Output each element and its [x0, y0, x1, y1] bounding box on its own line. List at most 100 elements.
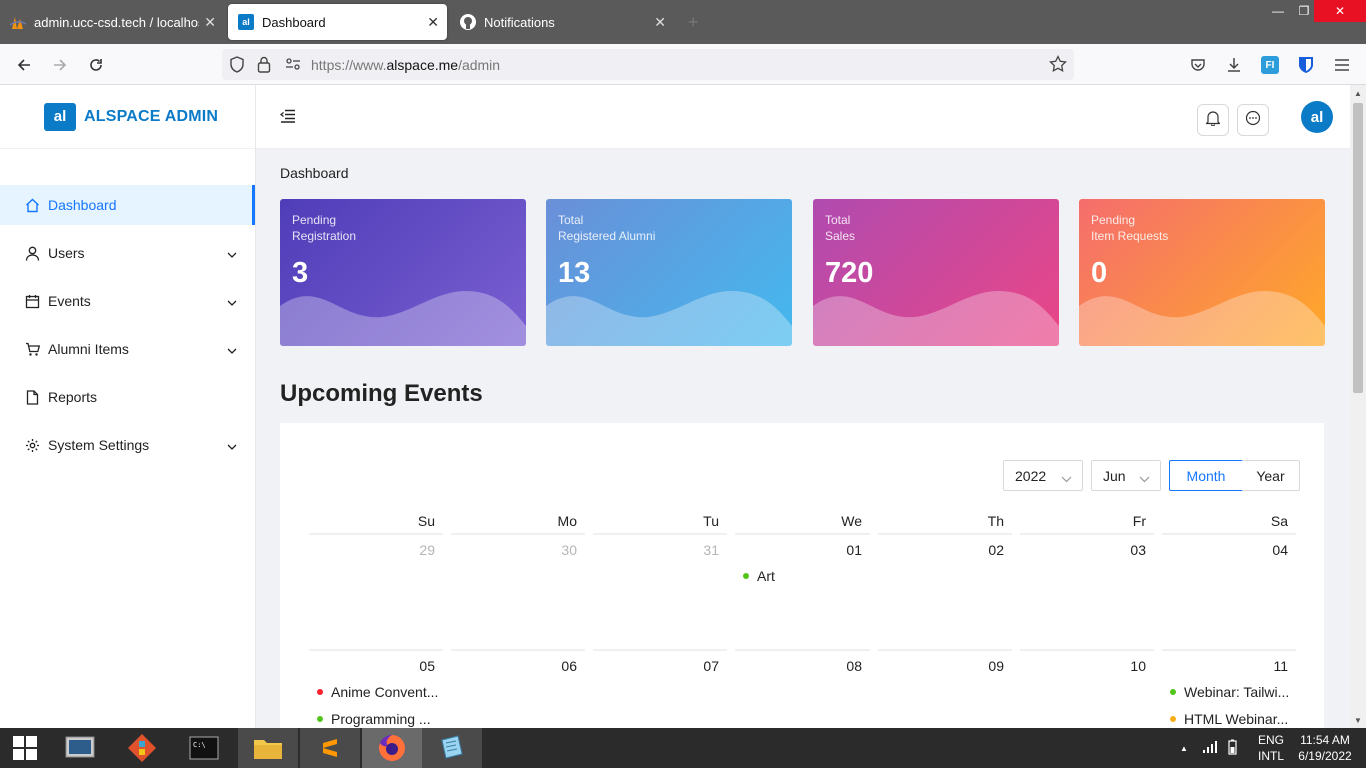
shield-icon[interactable]: [229, 56, 245, 78]
scroll-down-icon[interactable]: ▼: [1354, 716, 1362, 725]
calendar-day-cell[interactable]: 07: [593, 649, 727, 728]
mode-month-button[interactable]: Month: [1169, 460, 1243, 491]
terminal-icon[interactable]: C:\: [174, 728, 234, 768]
calendar-event[interactable]: Webinar: Tailwi...: [1170, 684, 1289, 700]
sidebar-item-events[interactable]: Events: [0, 281, 255, 321]
avatar[interactable]: al: [1301, 101, 1333, 133]
menu-fold-icon[interactable]: [279, 109, 296, 128]
calendar-day-cell[interactable]: 08: [735, 649, 870, 728]
notepad-icon[interactable]: [422, 728, 482, 768]
calendar-day-cell[interactable]: 09: [878, 649, 1012, 728]
calendar-event[interactable]: Anime Convent...: [317, 684, 438, 700]
month-select[interactable]: Jun: [1091, 460, 1161, 491]
tab-dashboard[interactable]: al Dashboard ✕: [228, 4, 447, 40]
calendar-event[interactable]: Programming ...: [317, 711, 431, 727]
event-label: Programming ...: [331, 711, 431, 727]
close-tab-icon[interactable]: ✕: [427, 14, 439, 31]
permissions-icon[interactable]: [285, 57, 301, 76]
page-scrollbar[interactable]: ▲ ▼: [1350, 85, 1366, 728]
language-code: ENG: [1257, 733, 1284, 747]
calendar-day-cell[interactable]: 06: [451, 649, 585, 728]
sidebar-menu: Dashboard Users Events Alumni Items Repo…: [0, 185, 255, 465]
day-number: 02: [988, 542, 1004, 558]
notifications-button[interactable]: [1197, 104, 1229, 136]
day-number: 06: [561, 658, 577, 674]
wave-decoration: [546, 291, 792, 346]
network-icon[interactable]: [1202, 740, 1218, 756]
scrollbar-thumb[interactable]: [1353, 103, 1363, 393]
scroll-up-icon[interactable]: ▲: [1354, 89, 1362, 98]
events-calendar: 2022 Jun Month Year Su Mo Tu We Th Fr Sa…: [280, 423, 1324, 728]
calendar-day-cell[interactable]: 11 Webinar: Tailwi... HTML Webinar...: [1162, 649, 1296, 728]
section-title: Upcoming Events: [280, 380, 483, 407]
firefox-icon[interactable]: [362, 728, 422, 768]
clock-time: 11:54 AM: [1300, 733, 1350, 747]
calendar-day-cell[interactable]: 03: [1020, 533, 1154, 643]
language-indicator[interactable]: ENG INTL: [1256, 728, 1286, 768]
sidebar-item-label: Dashboard: [48, 197, 117, 213]
calendar-day-cell[interactable]: 31: [593, 533, 727, 643]
calendar-day-cell[interactable]: 05 Anime Convent... Programming ...: [309, 649, 443, 728]
sidebar-item-alumni-items[interactable]: Alumni Items: [0, 329, 255, 369]
tab-title: Dashboard: [262, 14, 326, 30]
battery-icon[interactable]: [1228, 739, 1237, 758]
calendar-event[interactable]: HTML Webinar...: [1170, 711, 1288, 727]
chevron-up-icon[interactable]: ▲: [1180, 744, 1188, 753]
app-menu-icon[interactable]: [1329, 52, 1355, 78]
stat-label: Total Registered Alumni: [558, 213, 656, 243]
day-number: 07: [703, 658, 719, 674]
sidebar-item-system-settings[interactable]: System Settings: [0, 425, 255, 465]
messages-button[interactable]: [1237, 104, 1269, 136]
forward-icon[interactable]: [47, 52, 73, 78]
weekday-header: Sa: [1270, 513, 1288, 529]
windows-start-icon[interactable]: [0, 728, 50, 768]
tab-phpmyadmin[interactable]: admin.ucc-csd.tech / localhost ✕: [0, 0, 224, 44]
sidebar-item-dashboard[interactable]: Dashboard: [0, 185, 255, 225]
stat-card-total-sales: Total Sales 720: [813, 199, 1059, 346]
svg-text:C:\: C:\: [193, 741, 206, 749]
mode-year-button[interactable]: Year: [1242, 460, 1300, 491]
calendar-day-cell[interactable]: 10: [1020, 649, 1154, 728]
day-number: 08: [846, 658, 862, 674]
reload-icon[interactable]: [83, 52, 109, 78]
breadcrumb: Dashboard: [280, 165, 349, 181]
sublime-text-icon[interactable]: [300, 728, 360, 768]
calendar-day-cell[interactable]: 01 Art: [735, 533, 870, 643]
sidebar-item-users[interactable]: Users: [0, 233, 255, 273]
address-bar[interactable]: https://www.alspace.me/admin: [222, 49, 1074, 80]
calendar-day-cell[interactable]: 04: [1162, 533, 1296, 643]
sidebar-item-reports[interactable]: Reports: [0, 377, 255, 417]
bitwarden-icon[interactable]: [1293, 52, 1319, 78]
clock[interactable]: 11:54 AM 6/19/2022: [1296, 728, 1354, 768]
day-number: 10: [1130, 658, 1146, 674]
calendar-event[interactable]: Art: [743, 568, 775, 584]
browser-nav-bar: https://www.alspace.me/admin FI: [0, 44, 1366, 85]
file-explorer-icon[interactable]: [238, 728, 298, 768]
close-tab-icon[interactable]: ✕: [204, 14, 216, 31]
year-select[interactable]: 2022: [1003, 460, 1083, 491]
window-close-icon[interactable]: ✕: [1314, 0, 1366, 22]
new-tab-icon[interactable]: +: [688, 12, 699, 33]
calendar-day-cell[interactable]: 29: [309, 533, 443, 643]
calendar-day-cell[interactable]: 30: [451, 533, 585, 643]
system-tray[interactable]: ▲: [1180, 728, 1250, 768]
close-tab-icon[interactable]: ✕: [654, 14, 666, 31]
phpmyadmin-icon: [10, 14, 26, 30]
tab-notifications[interactable]: Notifications ✕: [450, 0, 674, 44]
desktop-icon[interactable]: [50, 728, 110, 768]
git-icon[interactable]: [112, 728, 172, 768]
shopping-cart-icon: [24, 341, 40, 357]
downloads-icon[interactable]: [1221, 52, 1247, 78]
event-label: Webinar: Tailwi...: [1184, 684, 1290, 700]
chevron-down-icon: [227, 342, 237, 358]
url-text[interactable]: https://www.alspace.me/admin: [311, 57, 500, 73]
extension-icon[interactable]: FI: [1257, 52, 1283, 78]
back-icon[interactable]: [11, 52, 37, 78]
user-icon: [24, 245, 40, 261]
home-icon: [24, 197, 40, 213]
calendar-day-cell[interactable]: 02: [878, 533, 1012, 643]
lock-icon[interactable]: [257, 56, 271, 78]
bookmark-star-icon[interactable]: [1049, 54, 1067, 78]
brand[interactable]: al ALSPACE ADMIN: [0, 85, 255, 149]
pocket-icon[interactable]: [1185, 52, 1211, 78]
